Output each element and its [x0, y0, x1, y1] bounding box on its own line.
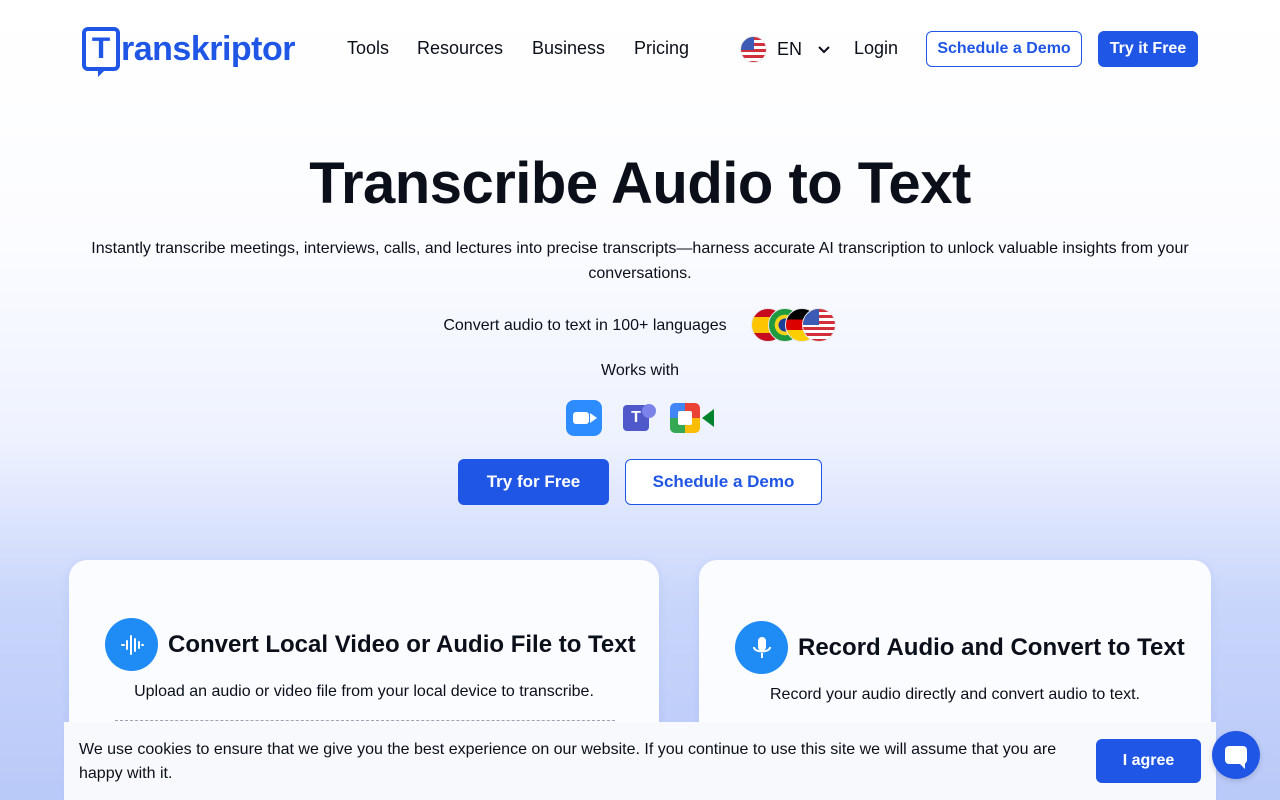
try-free-button[interactable]: Try it Free — [1098, 31, 1198, 67]
nav-pricing[interactable]: Pricing — [634, 38, 689, 59]
logo-text: ranskriptor — [121, 30, 296, 68]
record-card-description: Record your audio directly and convert a… — [770, 686, 1140, 703]
top-nav: T ranskriptor Tools Resources Business P… — [0, 0, 1280, 96]
language-selector[interactable]: EN — [740, 36, 830, 63]
cookie-text: We use cookies to ensure that we give yo… — [79, 741, 1057, 782]
upload-dropzone-border[interactable] — [115, 720, 615, 721]
record-card-title: Record Audio and Convert to Text — [798, 633, 1185, 661]
languages-text: Convert audio to text in 100+ languages — [443, 317, 727, 334]
languages-row: Convert audio to text in 100+ languages — [0, 308, 1280, 344]
record-card-header: Record Audio and Convert to Text — [735, 621, 1185, 674]
login-link[interactable]: Login — [854, 38, 898, 59]
google-meet-icon — [670, 400, 714, 436]
transkriptor-logo[interactable]: T ranskriptor — [82, 24, 296, 77]
language-label: EN — [777, 39, 803, 59]
us-flag-icon — [740, 36, 767, 63]
page-title: Transcribe Audio to Text — [309, 151, 971, 216]
nav-business[interactable]: Business — [532, 38, 605, 59]
audio-wave-icon — [105, 618, 158, 671]
nav-tools[interactable]: Tools — [347, 38, 389, 59]
integrations-row: T — [0, 400, 1280, 436]
hero-subtitle: Instantly transcribe meetings, interview… — [91, 240, 1189, 282]
zoom-icon — [566, 400, 602, 436]
microphone-icon — [735, 621, 788, 674]
nav-resources[interactable]: Resources — [417, 38, 503, 59]
us-flag-icon — [801, 308, 836, 342]
chat-icon[interactable] — [1212, 731, 1260, 779]
upload-card-title: Convert Local Video or Audio File to Tex… — [168, 630, 636, 658]
logo-mark-icon: T — [82, 27, 120, 77]
upload-card-description: Upload an audio or video file from your … — [134, 683, 594, 700]
try-for-free-button[interactable]: Try for Free — [458, 459, 609, 505]
language-flags — [750, 308, 837, 344]
teams-icon: T — [618, 400, 656, 436]
works-with-label: Works with — [601, 362, 679, 379]
cookie-banner: We use cookies to ensure that we give yo… — [64, 722, 1216, 800]
schedule-demo-button[interactable]: Schedule a Demo — [926, 31, 1082, 67]
chevron-down-icon — [818, 43, 830, 57]
agree-button[interactable]: I agree — [1096, 739, 1201, 783]
hero-cta: Try for Free Schedule a Demo — [0, 459, 1280, 505]
hero-schedule-demo-button[interactable]: Schedule a Demo — [625, 459, 822, 505]
upload-card-header: Convert Local Video or Audio File to Tex… — [105, 618, 636, 671]
